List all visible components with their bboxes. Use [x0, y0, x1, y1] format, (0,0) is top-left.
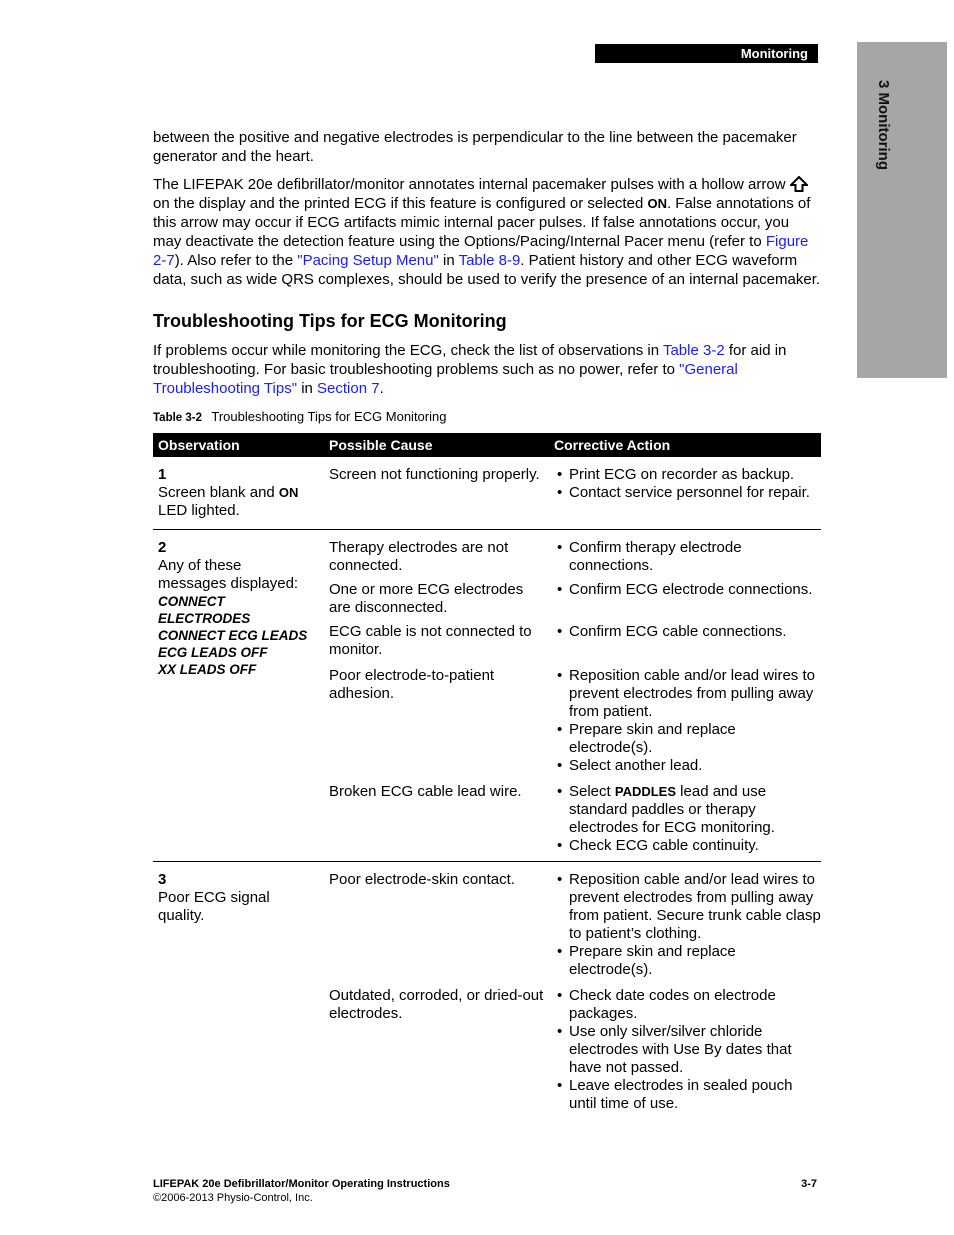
- text-run: .: [379, 380, 384, 397]
- text-run: ). Also refer to the: [174, 252, 298, 269]
- cause-action-pair: One or more ECG electrodes are disconnec…: [324, 581, 821, 617]
- action-item: Select another lead.: [557, 757, 821, 775]
- link-table-3-2[interactable]: Table 3-2: [663, 342, 725, 359]
- section-paragraph: If problems occur while monitoring the E…: [153, 341, 821, 398]
- page-footer: LIFEPAK 20e Defibrillator/Monitor Operat…: [153, 1177, 821, 1205]
- row-number: 3: [158, 871, 167, 888]
- corrective-actions: Confirm ECG cable connections.: [549, 623, 821, 659]
- header-observation: Observation: [153, 433, 324, 457]
- table-row: 1Screen blank and ON LED lighted. Screen…: [153, 457, 821, 530]
- action-item: Check ECG cable continuity.: [557, 837, 821, 855]
- action-item: Confirm therapy electrode connections.: [557, 539, 821, 575]
- possible-cause: Outdated, corroded, or dried-out electro…: [329, 987, 544, 1022]
- corrective-actions: Reposition cable and/or lead wires to pr…: [549, 667, 821, 775]
- table-row: 3Poor ECG signal quality. Poor electrode…: [153, 862, 821, 1120]
- observation-text: Any of these messages displayed: CONNECT…: [158, 557, 313, 678]
- message-connect-electrodes: CONNECT ELECTRODES: [158, 594, 251, 626]
- page-content: between the positive and negative electr…: [153, 128, 821, 1119]
- table-header-row: Observation Possible Cause Corrective Ac…: [153, 433, 821, 457]
- observation-cell: 2Any of these messages displayed: CONNEC…: [153, 529, 324, 862]
- header-possible-cause: Possible Cause: [324, 433, 549, 457]
- hollow-up-arrow-icon: [788, 175, 810, 192]
- paddles-keyword: PADDLES: [614, 784, 677, 799]
- cause-action-pair: Outdated, corroded, or dried-out electro…: [324, 987, 821, 1113]
- table-row: 2Any of these messages displayed: CONNEC…: [153, 529, 821, 862]
- row-number: 2: [158, 539, 167, 556]
- table-caption-title: Troubleshooting Tips for ECG Monitoring: [211, 409, 447, 424]
- action-item: Confirm ECG cable connections.: [557, 623, 821, 641]
- corrective-actions: Confirm ECG electrode connections.: [549, 581, 821, 617]
- observation-cell: 1Screen blank and ON LED lighted.: [153, 457, 324, 530]
- action-item: Select PADDLES lead and use standard pad…: [557, 783, 821, 837]
- link-table-8-9[interactable]: Table 8-9: [459, 252, 521, 269]
- possible-cause: Broken ECG cable lead wire.: [329, 783, 522, 800]
- text-run: Screen blank and: [158, 484, 279, 501]
- cause-action-cell: Therapy electrodes are not connected. Co…: [324, 529, 821, 862]
- text-run: Select: [569, 783, 615, 800]
- link-section-7[interactable]: Section 7: [317, 380, 380, 397]
- action-item: Leave electrodes in sealed pouch until t…: [557, 1077, 821, 1113]
- cause-action-pair: Poor electrode-to-patient adhesion. Repo…: [324, 667, 821, 775]
- header-corrective-action: Corrective Action: [549, 433, 821, 457]
- intro-paragraph-2: The LIFEPAK 20e defibrillator/monitor an…: [153, 175, 821, 289]
- footer-document-title: LIFEPAK 20e Defibrillator/Monitor Operat…: [153, 1178, 450, 1190]
- corrective-actions: Confirm therapy electrode connections.: [549, 539, 821, 575]
- text-run: on the display and the printed ECG if th…: [153, 195, 648, 212]
- action-item: Check date codes on electrode packages.: [557, 987, 821, 1023]
- chapter-side-tab: [857, 42, 947, 378]
- on-keyword: ON: [278, 485, 299, 500]
- corrective-actions: Check date codes on electrode packages. …: [549, 987, 821, 1113]
- text-run: The LIFEPAK 20e defibrillator/monitor an…: [153, 176, 790, 193]
- text-run: in: [438, 252, 459, 269]
- text-run: Any of these messages displayed:: [158, 557, 299, 592]
- table-caption-number: Table 3-2: [153, 412, 202, 424]
- cause-action-cell: Screen not functioning properly. Print E…: [324, 457, 821, 530]
- text-run: LED lighted.: [158, 502, 240, 519]
- cause-action-pair: Poor electrode-skin contact. Reposition …: [324, 871, 821, 979]
- observation-text: Screen blank and ON LED lighted.: [158, 484, 313, 520]
- cause-action-cell: Poor electrode-skin contact. Reposition …: [324, 862, 821, 1120]
- action-item: Use only silver/silver chloride electrod…: [557, 1023, 821, 1077]
- chapter-side-tab-label: 3 Monitoring: [875, 80, 892, 170]
- corrective-actions: Print ECG on recorder as backup. Contact…: [549, 466, 821, 502]
- message-ecg-leads-off: ECG LEADS OFF: [158, 645, 268, 660]
- section-header-label: Monitoring: [740, 46, 808, 61]
- corrective-actions: Reposition cable and/or lead wires to pr…: [549, 871, 821, 979]
- message-connect-ecg-leads: CONNECT ECG LEADS: [158, 628, 308, 643]
- section-heading: Troubleshooting Tips for ECG Monitoring: [153, 311, 507, 331]
- footer-copyright: ©2006-2013 Physio-Control, Inc.: [153, 1192, 313, 1204]
- cause-action-pair: ECG cable is not connected to monitor. C…: [324, 623, 821, 659]
- page-number: 3-7: [801, 1178, 817, 1190]
- observation-text: Poor ECG signal quality.: [158, 889, 270, 924]
- corrective-actions: Select PADDLES lead and use standard pad…: [549, 783, 821, 855]
- cause-action-pair: Therapy electrodes are not connected. Co…: [324, 539, 821, 575]
- possible-cause: One or more ECG electrodes are disconnec…: [329, 581, 524, 616]
- action-item: Reposition cable and/or lead wires to pr…: [557, 871, 821, 943]
- action-item: Prepare skin and replace electrode(s).: [557, 721, 821, 757]
- link-pacing-setup-menu[interactable]: "Pacing Setup Menu": [297, 252, 439, 269]
- text-run: If problems occur while monitoring the E…: [153, 342, 663, 359]
- action-item: Print ECG on recorder as backup.: [557, 466, 821, 484]
- action-item: Confirm ECG electrode connections.: [557, 581, 821, 599]
- section-header-bar: Monitoring: [595, 44, 818, 63]
- table-caption: Table 3-2 Troubleshooting Tips for ECG M…: [153, 409, 821, 426]
- message-xx-leads-off: XX LEADS OFF: [158, 662, 257, 677]
- possible-cause: Therapy electrodes are not connected.: [329, 539, 509, 574]
- on-keyword: ON: [647, 196, 667, 211]
- possible-cause: Poor electrode-skin contact.: [329, 871, 515, 888]
- possible-cause: ECG cable is not connected to monitor.: [329, 623, 532, 658]
- action-item: Reposition cable and/or lead wires to pr…: [557, 667, 821, 721]
- action-item: Contact service personnel for repair.: [557, 484, 821, 502]
- possible-cause: Poor electrode-to-patient adhesion.: [329, 667, 495, 702]
- row-number: 1: [158, 466, 167, 483]
- observation-cell: 3Poor ECG signal quality.: [153, 862, 324, 1120]
- intro-paragraph-1: between the positive and negative electr…: [153, 129, 797, 165]
- action-item: Prepare skin and replace electrode(s).: [557, 943, 821, 979]
- troubleshooting-table: Observation Possible Cause Corrective Ac…: [153, 433, 821, 1119]
- possible-cause: Screen not functioning properly.: [329, 466, 540, 483]
- cause-action-pair: Screen not functioning properly. Print E…: [324, 466, 821, 502]
- text-run: in: [297, 380, 318, 397]
- cause-action-pair: Broken ECG cable lead wire. Select PADDL…: [324, 783, 821, 855]
